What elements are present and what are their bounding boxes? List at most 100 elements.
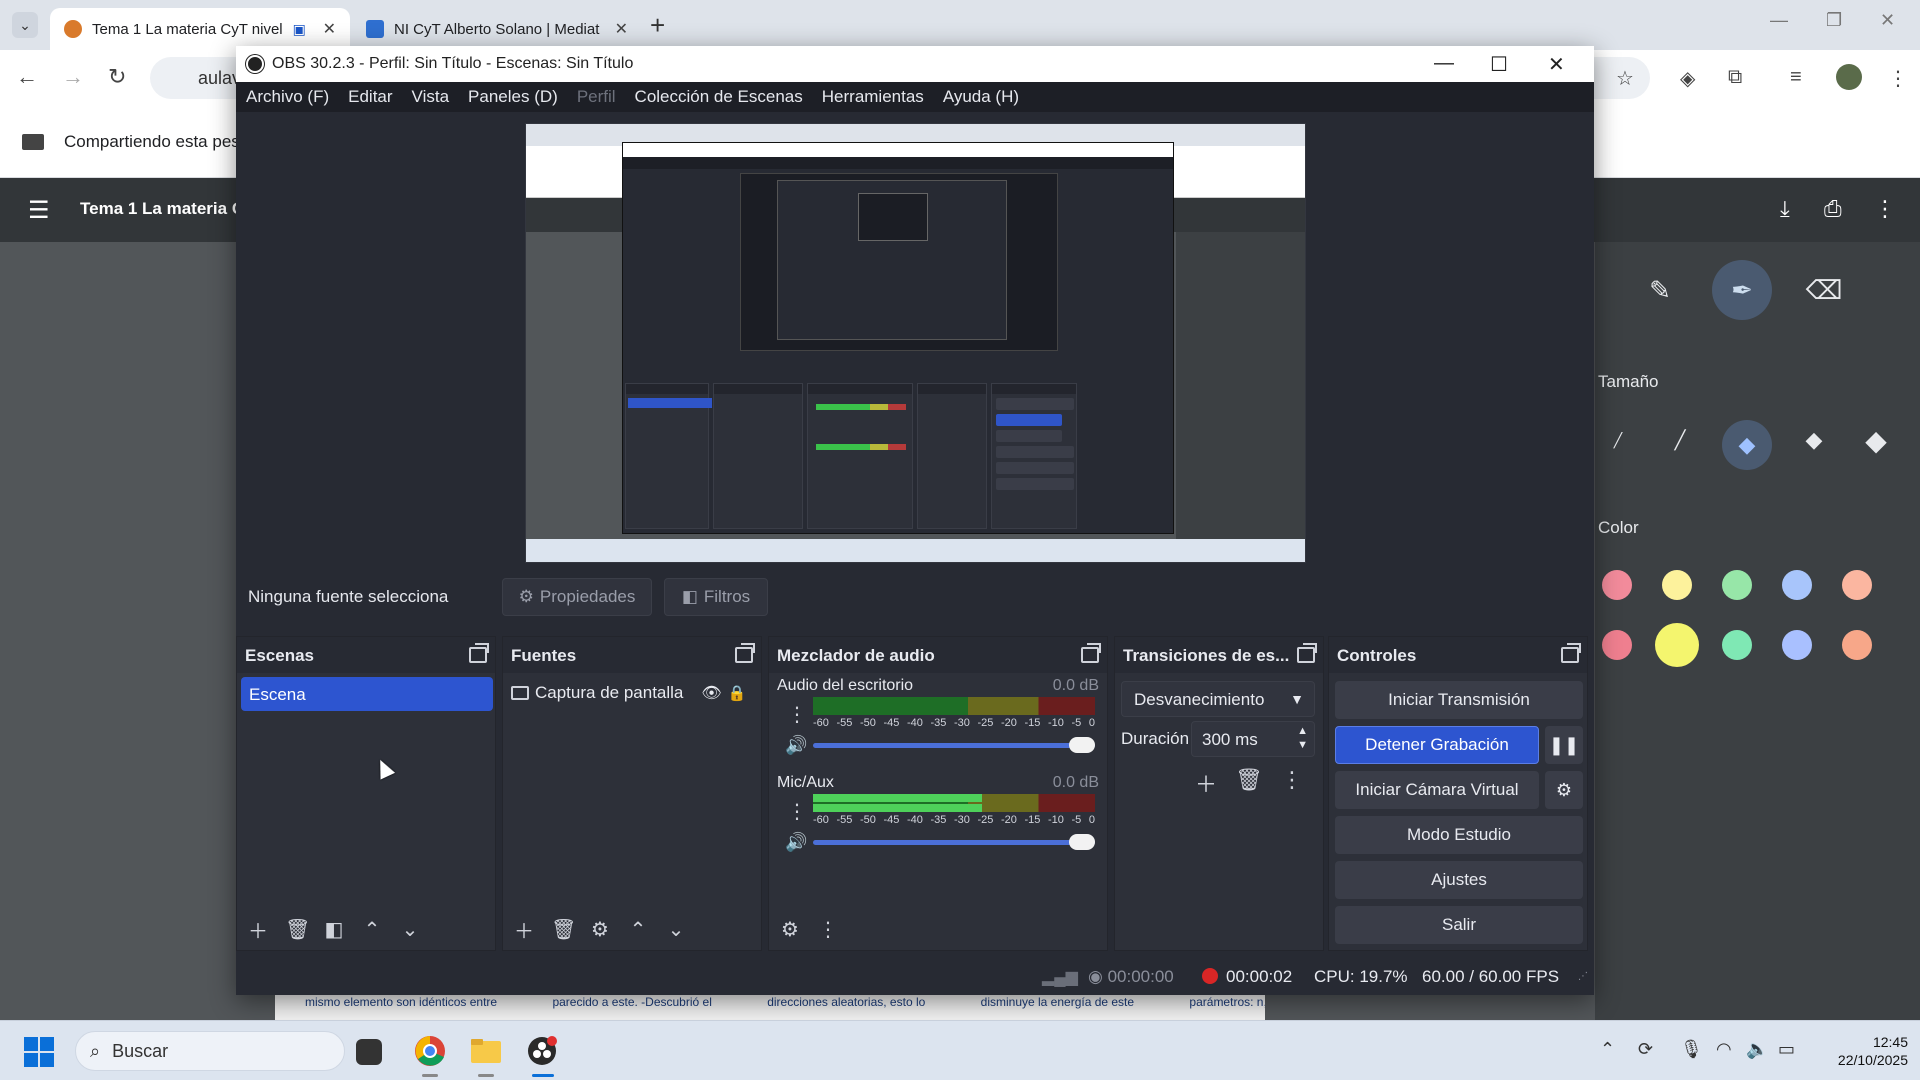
puzzle-icon[interactable]: ⧉	[1728, 66, 1742, 89]
highlighter-icon[interactable]: ✎	[1630, 260, 1690, 320]
scene-item[interactable]: Escena	[241, 677, 493, 711]
virtual-camera-gear-icon[interactable]: ⚙	[1545, 771, 1583, 809]
undock-icon[interactable]	[1081, 643, 1101, 663]
studio-mode-button[interactable]: Modo Estudio	[1335, 816, 1583, 854]
transition-select[interactable]: Desvanecimiento ▼	[1121, 681, 1315, 717]
windows-start-icon[interactable]	[24, 1037, 54, 1067]
tab-search-dropdown-icon[interactable]: ⌄	[12, 12, 38, 38]
volume-slider[interactable]	[813, 737, 1095, 753]
delete-transition-trash-icon[interactable]: 🗑	[1235, 767, 1263, 799]
color-swatch[interactable]	[1602, 630, 1632, 660]
mixer-menu-icon[interactable]: ⋮	[817, 917, 839, 942]
color-swatch[interactable]	[1782, 570, 1812, 600]
transition-menu-icon[interactable]: ⋮	[1281, 767, 1303, 799]
undock-icon[interactable]	[469, 643, 489, 663]
menu-icon[interactable]: ☰	[28, 196, 50, 225]
chrome-icon[interactable]	[412, 1033, 448, 1069]
color-swatch[interactable]	[1655, 623, 1699, 667]
file-explorer-icon[interactable]	[468, 1033, 504, 1069]
sync-icon[interactable]: ⟳	[1638, 1039, 1653, 1060]
media-control-icon[interactable]: ≡	[1790, 66, 1802, 89]
color-swatch[interactable]	[1782, 630, 1812, 660]
menu-paneles[interactable]: Paneles (D)	[468, 87, 558, 107]
undock-icon[interactable]	[735, 643, 755, 663]
wifi-icon[interactable]: ◠	[1716, 1039, 1732, 1060]
channel-menu-icon[interactable]: ⋮	[787, 800, 807, 824]
delete-source-trash-icon[interactable]: 🗑	[551, 917, 576, 942]
forward-arrow-icon[interactable]: →	[62, 64, 84, 90]
size-5-icon[interactable]: ◆	[1856, 420, 1896, 460]
tab-ni-cyt[interactable]: NI CyT Alberto Solano | Mediat ✕	[352, 8, 642, 50]
microphone-icon[interactable]: 🎙	[1680, 1039, 1703, 1060]
spin-arrows-icon[interactable]: ▲ ▼	[1297, 724, 1308, 752]
duration-input[interactable]: 300 ms ▲ ▼	[1191, 721, 1315, 757]
color-swatch[interactable]	[1842, 630, 1872, 660]
volume-slider-knob[interactable]	[1069, 737, 1095, 753]
delete-scene-trash-icon[interactable]: 🗑	[285, 917, 310, 942]
filters-button[interactable]: ◧ Filtros	[664, 578, 768, 616]
size-2-icon[interactable]: ╱	[1660, 420, 1700, 460]
eraser-icon[interactable]: ⌫	[1794, 260, 1854, 320]
volume-icon[interactable]: 🔈	[1746, 1039, 1768, 1060]
tab-tema1[interactable]: Tema 1 La materia CyT nivel ▣ ✕	[50, 8, 350, 50]
start-virtual-camera-button[interactable]: Iniciar Cámara Virtual	[1335, 771, 1539, 809]
add-transition-plus-icon[interactable]: ＋	[1195, 767, 1217, 799]
more-icon[interactable]: ⋮	[1874, 196, 1896, 222]
color-swatch[interactable]	[1842, 570, 1872, 600]
lock-icon[interactable]: 🔒	[728, 684, 747, 702]
close-tab-icon[interactable]: ✕	[615, 19, 628, 39]
color-swatch[interactable]	[1662, 570, 1692, 600]
volume-slider-knob[interactable]	[1069, 834, 1095, 850]
resize-grip-icon[interactable]: ⋰	[1578, 971, 1588, 982]
scene-filters-icon[interactable]: ◧	[323, 917, 345, 942]
reload-icon[interactable]: ↻	[108, 64, 126, 90]
move-up-chevron-icon[interactable]: ⌃	[361, 917, 383, 942]
pause-recording-icon[interactable]: ❚❚	[1545, 726, 1583, 764]
size-4-icon[interactable]: ◆	[1794, 420, 1834, 460]
minimize-icon[interactable]: —	[1770, 10, 1788, 31]
taskbar-search[interactable]: ⌕ Buscar	[75, 1031, 345, 1071]
menu-archivo[interactable]: Archivo (F)	[246, 87, 329, 107]
more-menu-icon[interactable]: ⋮	[1888, 66, 1908, 91]
battery-icon[interactable]: ▭	[1778, 1039, 1795, 1060]
advanced-audio-gear-icon[interactable]: ⚙	[779, 917, 801, 942]
extension-icon[interactable]: ◈	[1680, 66, 1695, 91]
obs-taskbar-icon[interactable]	[524, 1033, 560, 1069]
menu-coleccion-escenas[interactable]: Colección de Escenas	[635, 87, 803, 107]
add-scene-plus-icon[interactable]: ＋	[247, 915, 269, 944]
new-tab-plus-icon[interactable]: +	[650, 10, 665, 41]
exit-button[interactable]: Salir	[1335, 906, 1583, 944]
visibility-eye-icon[interactable]: 👁	[701, 683, 721, 703]
close-tab-icon[interactable]: ✕	[323, 19, 336, 39]
restore-icon[interactable]: ❐	[1826, 10, 1842, 31]
move-up-chevron-icon[interactable]: ⌃	[627, 917, 649, 942]
maximize-icon[interactable]: ☐	[1490, 52, 1508, 77]
move-down-chevron-icon[interactable]: ⌄	[399, 917, 421, 942]
add-source-plus-icon[interactable]: ＋	[513, 915, 535, 944]
menu-editar[interactable]: Editar	[348, 87, 392, 107]
color-swatch[interactable]	[1602, 570, 1632, 600]
color-swatch[interactable]	[1722, 570, 1752, 600]
menu-ayuda[interactable]: Ayuda (H)	[943, 87, 1019, 107]
undock-icon[interactable]	[1561, 643, 1581, 663]
speaker-icon[interactable]: 🔊	[785, 832, 807, 853]
menu-herramientas[interactable]: Herramientas	[822, 87, 924, 107]
obs-preview-canvas[interactable]	[525, 123, 1306, 563]
menu-vista[interactable]: Vista	[412, 87, 450, 107]
back-arrow-icon[interactable]: ←	[16, 64, 38, 90]
start-stream-button[interactable]: Iniciar Transmisión	[1335, 681, 1583, 719]
channel-menu-icon[interactable]: ⋮	[787, 703, 807, 727]
volume-slider[interactable]	[813, 834, 1095, 850]
pen-icon[interactable]: ✒	[1712, 260, 1772, 320]
minimize-icon[interactable]: —	[1434, 52, 1454, 75]
tray-overflow-chevron-icon[interactable]: ⌃	[1600, 1039, 1615, 1060]
move-down-chevron-icon[interactable]: ⌄	[665, 917, 687, 942]
source-item[interactable]: Captura de pantalla 👁 🔒	[511, 679, 751, 707]
close-icon[interactable]: ✕	[1548, 52, 1565, 77]
color-swatch[interactable]	[1722, 630, 1752, 660]
size-1-icon[interactable]: ╱	[1598, 420, 1638, 460]
properties-button[interactable]: ⚙ Propiedades	[502, 578, 652, 616]
speaker-icon[interactable]: 🔊	[785, 735, 807, 756]
print-icon[interactable]: ⎙	[1824, 196, 1842, 222]
source-settings-gear-icon[interactable]: ⚙	[589, 917, 611, 942]
